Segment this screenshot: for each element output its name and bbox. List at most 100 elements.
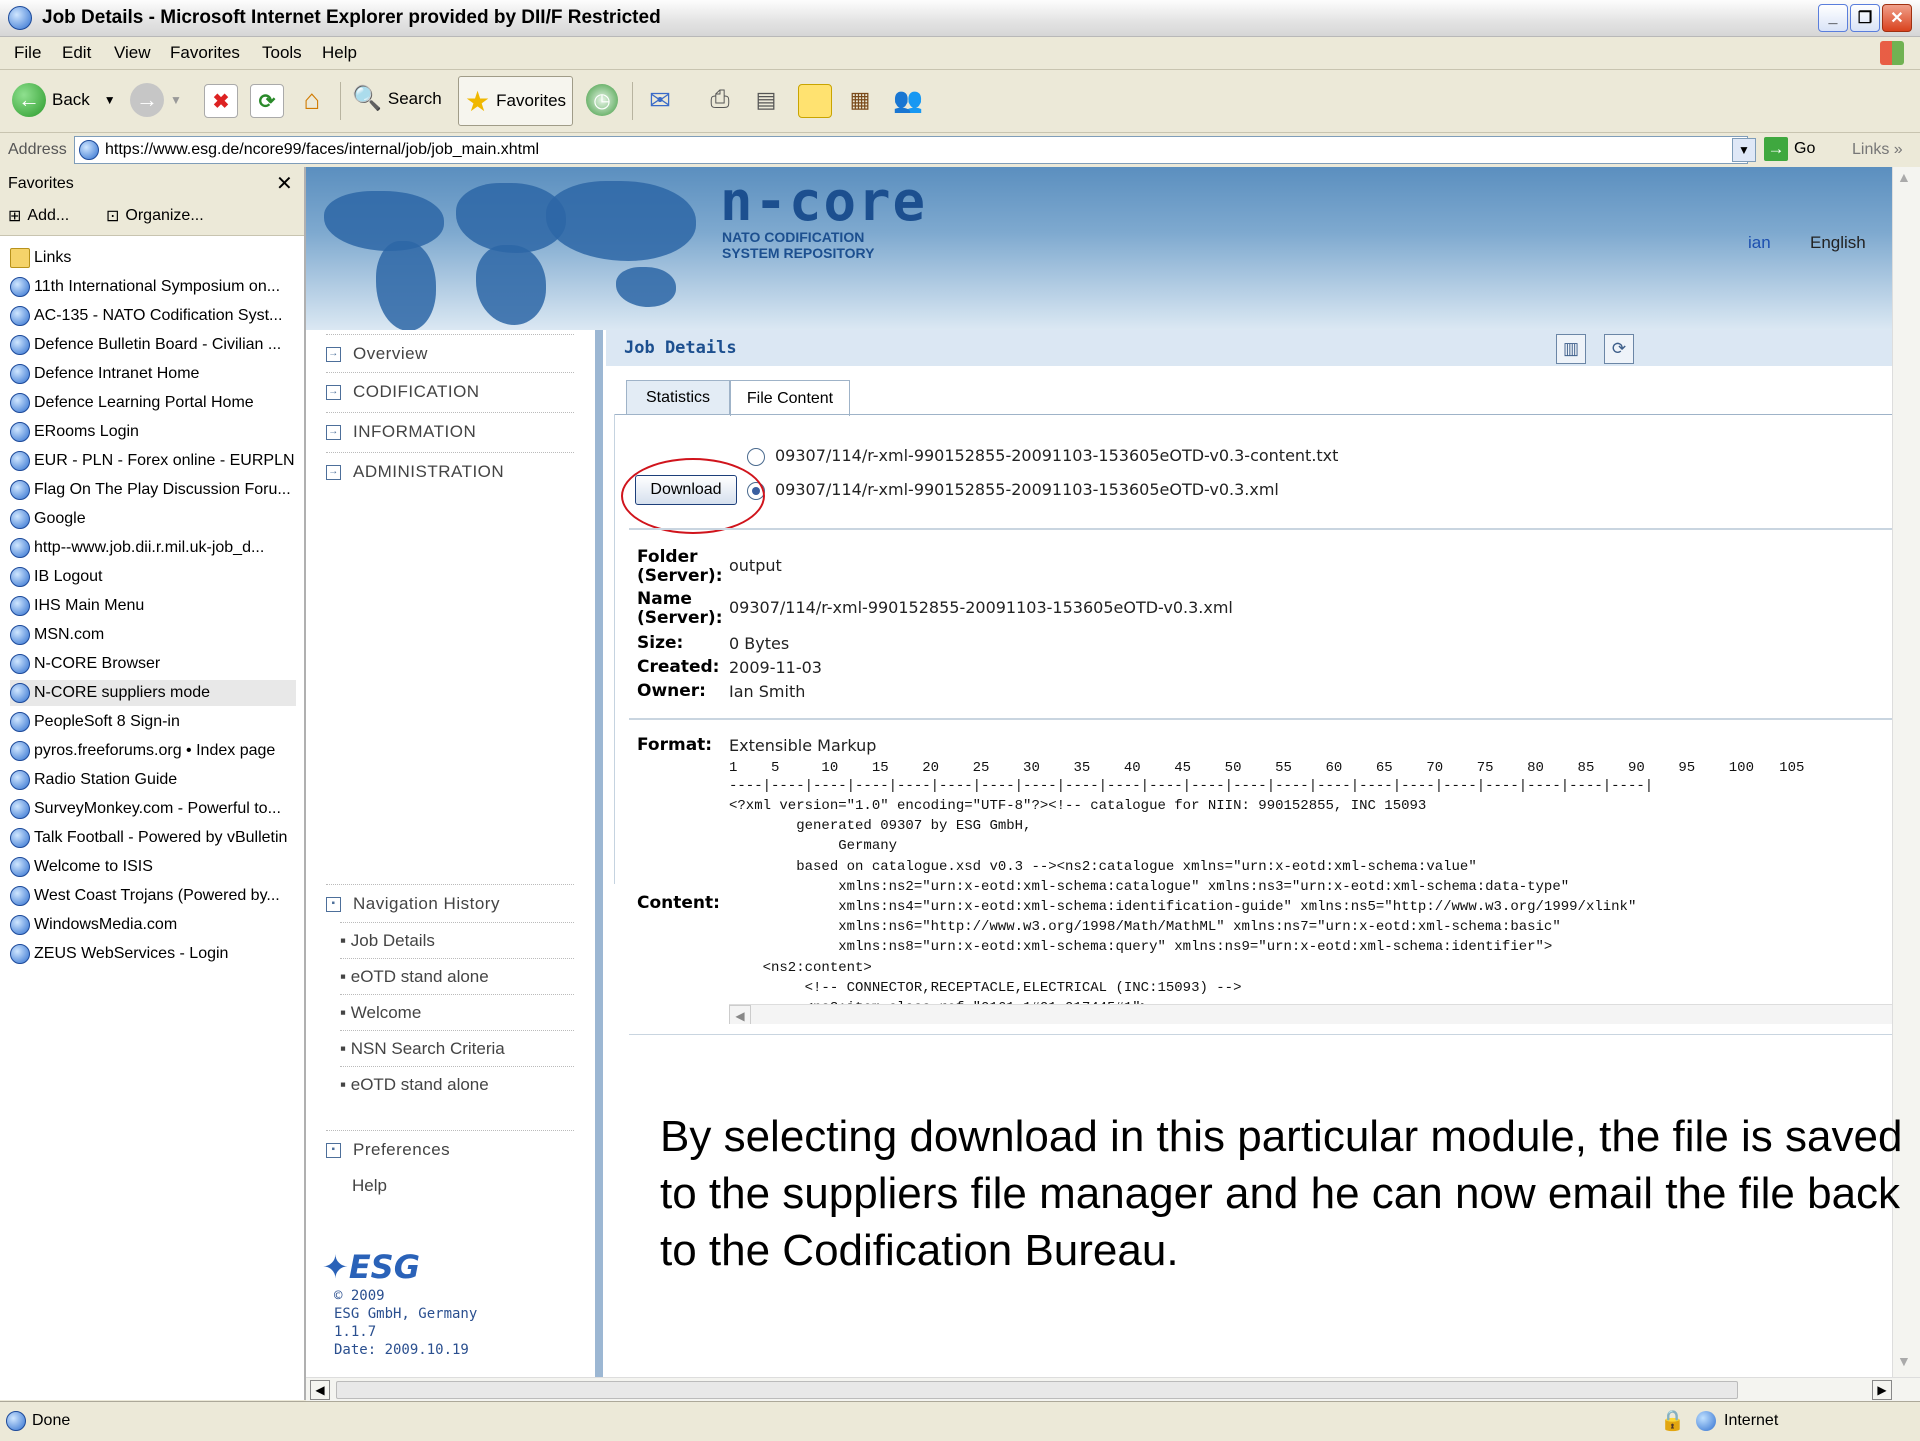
user-link[interactable]: ian xyxy=(1748,233,1771,253)
address-dropdown-icon[interactable]: ▼ xyxy=(1732,138,1756,162)
globe-icon xyxy=(1696,1411,1716,1431)
refresh-icon[interactable]: ⟳ xyxy=(250,84,284,118)
forward-button[interactable]: → ▼ xyxy=(130,83,182,117)
favorite-item[interactable]: West Coast Trojans (Powered by... xyxy=(10,883,296,909)
job-details-title: Job Details xyxy=(624,338,737,358)
content-hscrollbar[interactable]: ◀ xyxy=(729,1004,1892,1024)
owner-label: Owner: xyxy=(637,681,706,701)
favorite-item[interactable]: Defence Learning Portal Home xyxy=(10,390,296,416)
divider xyxy=(629,528,1892,530)
tab-file-content[interactable]: File Content xyxy=(730,380,850,416)
content-label: Content: xyxy=(637,893,720,913)
file-radio-txt[interactable] xyxy=(747,448,765,466)
page-icon xyxy=(10,915,30,935)
content-viewer[interactable]: 1 5 10 15 20 25 30 35 40 45 50 55 60 65 … xyxy=(729,760,1892,1024)
history-icon[interactable]: ◷ xyxy=(586,84,618,116)
page-icon xyxy=(10,683,30,703)
stop-icon[interactable]: ✖ xyxy=(204,84,238,118)
favorite-item[interactable]: IHS Main Menu xyxy=(10,593,296,619)
links-label: Links xyxy=(1852,141,1890,158)
language-link[interactable]: English xyxy=(1810,233,1866,253)
menu-edit[interactable]: Edit xyxy=(62,43,91,63)
scroll-up-icon[interactable]: ▲ xyxy=(1897,169,1911,185)
favorite-item[interactable]: PeopleSoft 8 Sign-in xyxy=(10,709,296,735)
favorite-item[interactable]: Defence Bulletin Board - Civilian ... xyxy=(10,332,296,358)
favorite-item[interactable]: Talk Football - Powered by vBulletin xyxy=(10,825,296,851)
favorite-item[interactable]: Welcome to ISIS xyxy=(10,854,296,880)
star-icon: ★ xyxy=(465,85,491,117)
close-button[interactable]: ✕ xyxy=(1882,4,1912,32)
history-item[interactable]: ▪ Welcome xyxy=(340,994,574,1031)
nav-overview[interactable]: → Overview xyxy=(326,334,574,373)
favorite-item[interactable]: pyros.freeforums.org • Index page xyxy=(10,738,296,764)
favorite-item[interactable]: WindowsMedia.com xyxy=(10,912,296,938)
favorite-item[interactable]: IB Logout xyxy=(10,564,296,590)
minimize-button[interactable]: _ xyxy=(1818,4,1848,32)
scroll-right-icon[interactable]: ▶ xyxy=(1872,1380,1892,1400)
organize-button[interactable]: ⊡ Organize... xyxy=(106,206,204,226)
scroll-left-icon[interactable]: ◀ xyxy=(310,1380,330,1400)
edit-icon[interactable]: ▤ xyxy=(750,84,782,116)
favorites-button[interactable]: ★ Favorites xyxy=(458,76,574,126)
columns-icon[interactable]: ▥ xyxy=(1556,334,1586,364)
zone-label: Internet xyxy=(1724,1412,1779,1429)
favorite-item[interactable]: http--www.job.dii.r.mil.uk-job_d... xyxy=(10,535,296,561)
preferences-header[interactable]: ▪ Preferences xyxy=(326,1130,574,1169)
navigation-history-header[interactable]: ▪ Navigation History xyxy=(326,884,574,923)
menu-view[interactable]: View xyxy=(114,43,151,63)
favorites-pane: Favorites ✕ ⊞ Add... ⊡ Organize... Links 11… xyxy=(0,167,306,1400)
favorite-item[interactable]: Google xyxy=(10,506,296,532)
address-input[interactable]: https://www.esg.de/ncore99/faces/interna… xyxy=(74,136,1748,164)
add-favorite-button[interactable]: ⊞ Add... xyxy=(8,206,69,226)
restore-button[interactable]: ❐ xyxy=(1850,4,1880,32)
scroll-left-icon[interactable]: ◀ xyxy=(729,1005,751,1024)
research-icon[interactable]: ▦ xyxy=(844,84,876,116)
favorites-folder-links[interactable]: Links xyxy=(10,245,296,271)
favorite-item[interactable]: Radio Station Guide xyxy=(10,767,296,793)
favorite-item[interactable]: N-CORE Browser xyxy=(10,651,296,677)
favorite-item[interactable]: SurveyMonkey.com - Powerful to... xyxy=(10,796,296,822)
menu-help[interactable]: Help xyxy=(322,43,357,63)
home-icon[interactable]: ⌂ xyxy=(296,84,328,116)
scroll-thumb[interactable] xyxy=(336,1381,1738,1399)
favorite-item[interactable]: N-CORE suppliers mode xyxy=(10,680,296,706)
search-button[interactable]: 🔍 Search xyxy=(352,84,442,113)
favorite-item[interactable]: ERooms Login xyxy=(10,419,296,445)
menu-favorites[interactable]: Favorites xyxy=(170,43,240,63)
history-item[interactable]: ▪ Job Details xyxy=(340,922,574,959)
favorite-item[interactable]: Defence Intranet Home xyxy=(10,361,296,387)
back-button[interactable]: ← Back ▼ xyxy=(12,83,116,117)
favorite-item[interactable]: ZEUS WebServices - Login xyxy=(10,941,296,967)
close-pane-icon[interactable]: ✕ xyxy=(276,171,293,196)
favorite-item[interactable]: Flag On The Play Discussion Foru... xyxy=(10,477,296,503)
tab-statistics[interactable]: Statistics xyxy=(626,380,730,415)
page-icon xyxy=(10,567,30,587)
messenger-icon[interactable]: 👥 xyxy=(892,84,924,116)
discuss-icon[interactable] xyxy=(798,84,832,118)
mail-icon[interactable]: ✉ xyxy=(644,84,676,116)
page-icon xyxy=(10,712,30,732)
history-item[interactable]: ▪ eOTD stand alone xyxy=(340,1066,574,1103)
favorite-label: Links xyxy=(34,249,72,266)
history-item[interactable]: ▪ NSN Search Criteria xyxy=(340,1030,574,1067)
nav-codification[interactable]: → CODIFICATION xyxy=(326,372,574,411)
favorite-item[interactable]: MSN.com xyxy=(10,622,296,648)
history-label: NSN Search Criteria xyxy=(350,1039,505,1058)
page-hscrollbar[interactable]: ◀ ▶ xyxy=(306,1377,1920,1402)
favorite-item[interactable]: AC-135 - NATO Codification Syst... xyxy=(10,303,296,329)
history-item[interactable]: ▪ eOTD stand alone xyxy=(340,958,574,995)
favorite-item[interactable]: EUR - PLN - Forex online - EURPLN xyxy=(10,448,296,474)
go-button[interactable]: → Go xyxy=(1764,137,1815,161)
menu-tools[interactable]: Tools xyxy=(262,43,302,63)
nav-administration[interactable]: → ADMINISTRATION xyxy=(326,452,574,491)
refresh-panel-icon[interactable]: ⟳ xyxy=(1604,334,1634,364)
links-button[interactable]: Links » xyxy=(1852,141,1903,159)
scroll-down-icon[interactable]: ▼ xyxy=(1897,1353,1911,1369)
print-icon[interactable]: ⎙ xyxy=(704,84,736,116)
file-option-txt: 09307/114/r-xml-990152855-20091103-15360… xyxy=(775,446,1339,465)
help-link[interactable]: Help xyxy=(352,1176,387,1196)
nav-information[interactable]: → INFORMATION xyxy=(326,412,574,451)
code-line: Germany xyxy=(729,838,898,855)
favorite-item[interactable]: 11th International Symposium on... xyxy=(10,274,296,300)
menu-file[interactable]: File xyxy=(14,43,41,63)
